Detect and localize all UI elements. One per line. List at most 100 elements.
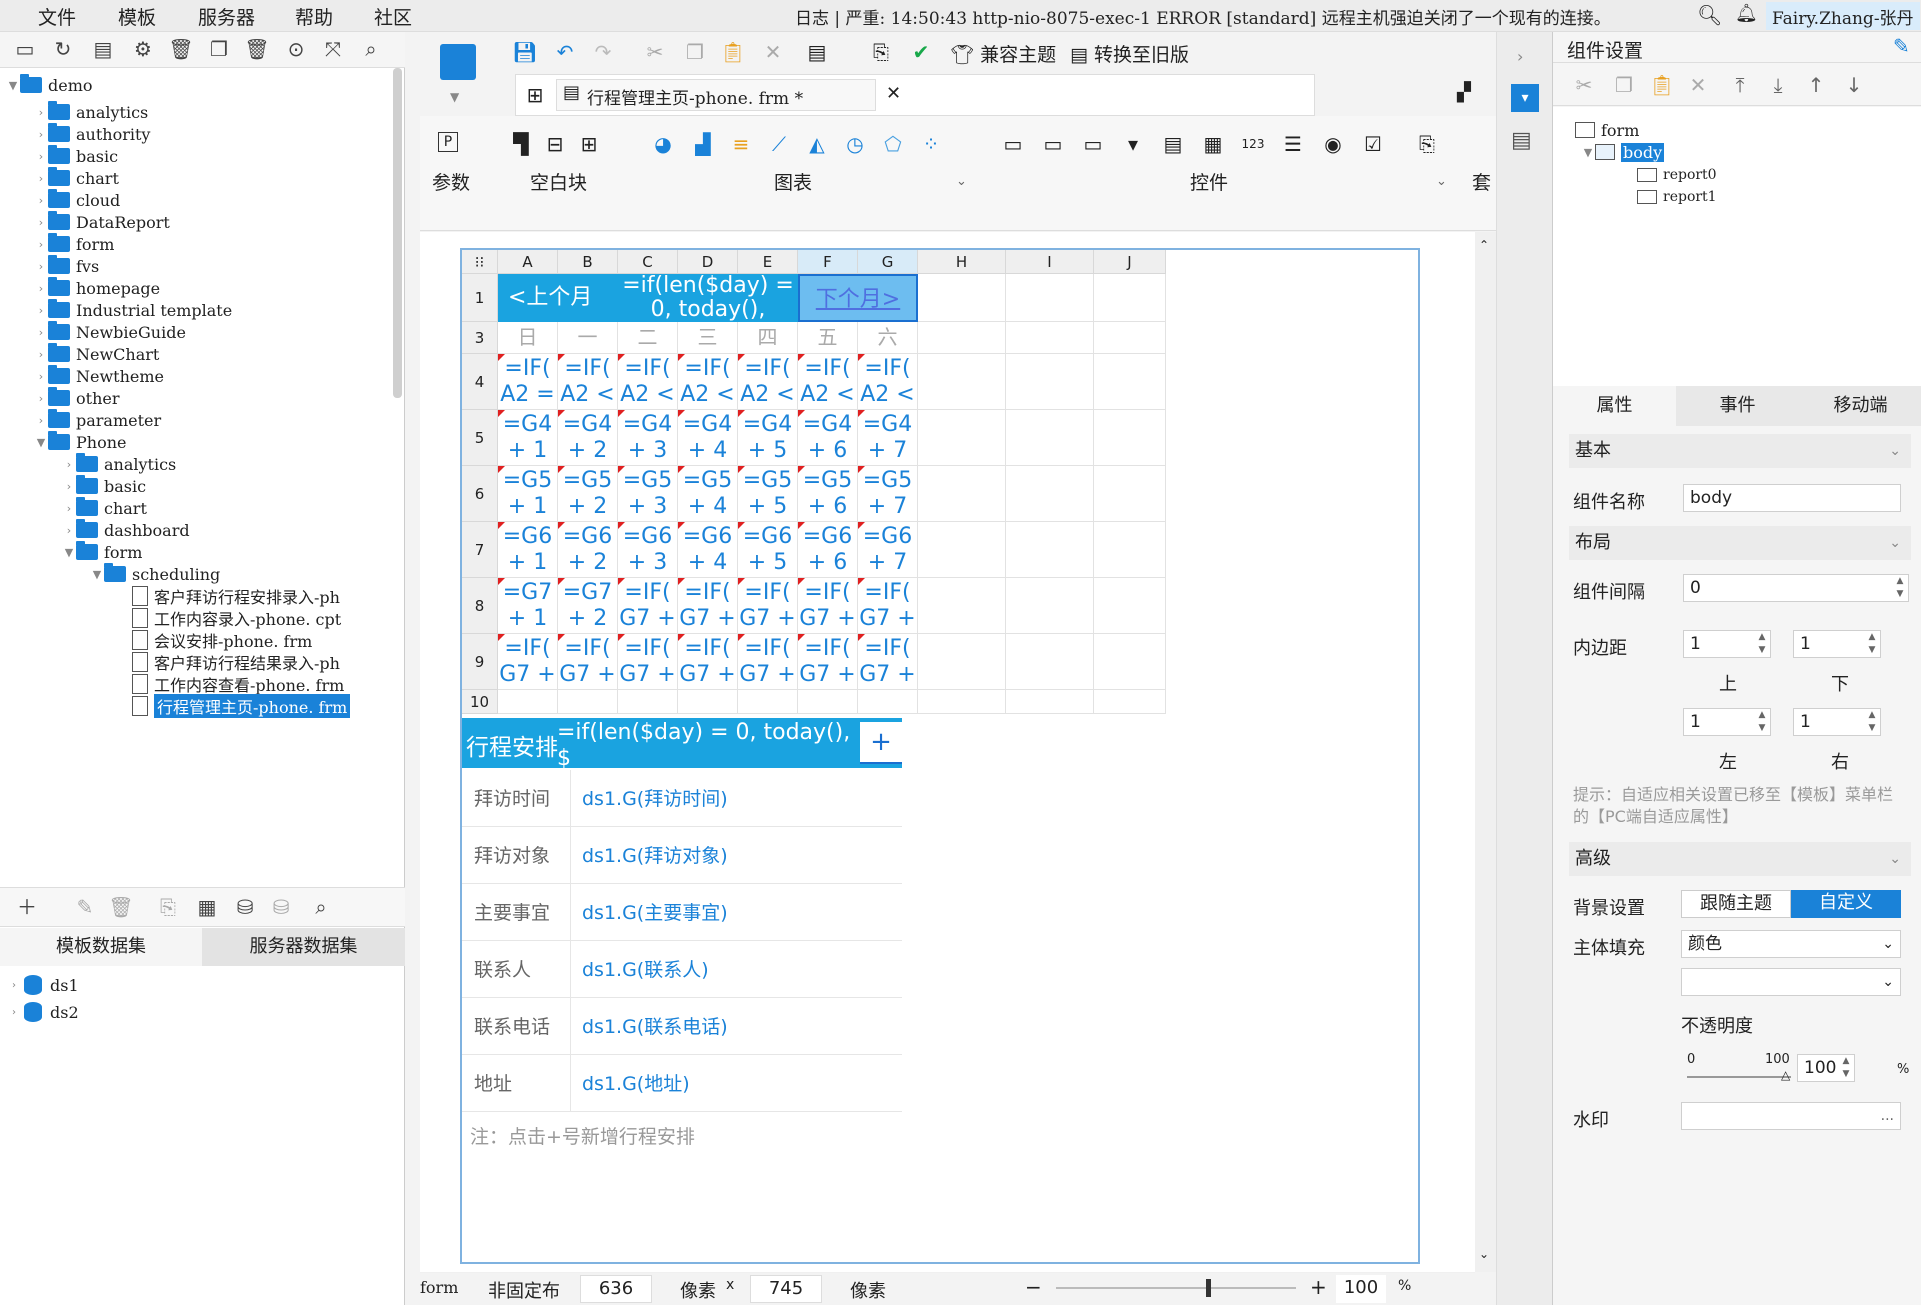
weekday-cell[interactable]: 日: [498, 322, 558, 354]
chevron-right-icon[interactable]: ›: [1517, 47, 1523, 66]
calendar-cell[interactable]: =G7 + 1: [498, 578, 558, 634]
calendar-cell[interactable]: =G4 + 2: [558, 410, 618, 466]
calendar-cell[interactable]: =IF( A2 <: [678, 354, 738, 410]
calendar-cell[interactable]: =G4 + 6: [798, 410, 858, 466]
preview-widget-icon[interactable]: ⎘: [1414, 132, 1440, 156]
schedule-row-value[interactable]: ds1.G(主要事宜): [582, 898, 728, 925]
calendar-cell[interactable]: =G5 + 4: [678, 466, 738, 522]
delete-icon[interactable]: 🗑︎: [108, 894, 134, 920]
tree-scrollbar[interactable]: [393, 68, 402, 398]
menu-file[interactable]: 文件: [38, 3, 76, 30]
chevron-down-icon[interactable]: ▼: [450, 90, 470, 110]
column-header[interactable]: E: [738, 250, 798, 274]
chevron-right-icon[interactable]: ›: [34, 282, 48, 295]
chevron-right-icon[interactable]: ›: [34, 370, 48, 383]
zoom-slider[interactable]: [1056, 1287, 1296, 1289]
new-template-icon[interactable]: ▭: [12, 36, 38, 62]
row-header[interactable]: 8: [462, 578, 498, 634]
watermark-input[interactable]: ...: [1681, 1102, 1901, 1130]
edit-icon[interactable]: ✎: [72, 894, 98, 920]
schedule-formula[interactable]: =if(len($day) = 0, today(), $ day): [557, 720, 857, 768]
calendar-cell[interactable]: =G7 + 2: [558, 578, 618, 634]
search-icon[interactable]: 🔍︎: [1697, 3, 1722, 27]
schedule-row-value[interactable]: ds1.G(联系人): [582, 955, 709, 982]
paste-icon[interactable]: 📋︎: [720, 40, 746, 64]
calendar-cell[interactable]: =IF( A2 <: [738, 354, 798, 410]
calendar-cell[interactable]: =G5 + 3: [618, 466, 678, 522]
delete-icon[interactable]: 🗑︎: [168, 36, 194, 62]
chevron-right-icon[interactable]: ›: [34, 238, 48, 251]
weekday-cell[interactable]: 三: [678, 322, 738, 354]
calendar-cell[interactable]: =G6 + 3: [618, 522, 678, 578]
row-header[interactable]: 7: [462, 522, 498, 578]
calendar-cell[interactable]: =IF( G7 +: [738, 578, 798, 634]
padding-left-input[interactable]: 1 ▲ ▼: [1683, 708, 1771, 736]
chevron-right-icon[interactable]: ›: [34, 348, 48, 361]
search-icon[interactable]: ⌕: [358, 36, 384, 62]
calendar-cell[interactable]: =G6 + 5: [738, 522, 798, 578]
dataset-params-icon[interactable]: ▦: [194, 894, 220, 920]
redo-icon[interactable]: ↷: [590, 40, 616, 64]
radar-chart-icon[interactable]: ⬠: [880, 132, 906, 156]
schedule-row[interactable]: 拜访时间 ds1.G(拜访时间): [462, 770, 902, 827]
column-header[interactable]: C: [618, 250, 678, 274]
empty-cell[interactable]: [558, 690, 618, 714]
empty-cell[interactable]: [678, 690, 738, 714]
save-icon[interactable]: 💾︎: [512, 40, 538, 64]
calendar-cell[interactable]: =IF( G7 +: [678, 634, 738, 690]
spinner-icon[interactable]: ▲ ▼: [1864, 631, 1880, 657]
weekday-cell[interactable]: 五: [798, 322, 858, 354]
calendar-cell[interactable]: =G5 + 7: [858, 466, 918, 522]
menu-template[interactable]: 模板: [118, 3, 156, 30]
empty-cell[interactable]: [918, 322, 1006, 354]
tree-file[interactable]: 行程管理主页-phone. frm: [118, 693, 351, 719]
row-header[interactable]: 4: [462, 354, 498, 410]
move-down-icon[interactable]: ↓: [1841, 73, 1867, 97]
tree-node-report1[interactable]: report1: [1637, 184, 1717, 210]
calendar-cell[interactable]: =IF( G7 +: [498, 634, 558, 690]
cut-icon[interactable]: ✂: [1571, 73, 1597, 97]
column-header[interactable]: I: [1006, 250, 1094, 274]
chevron-right-icon[interactable]: ›: [34, 304, 48, 317]
empty-cell[interactable]: [918, 274, 1006, 322]
chevron-right-icon[interactable]: ›: [62, 524, 76, 537]
spinner-icon[interactable]: ▲ ▼: [1754, 709, 1770, 735]
more-icon[interactable]: ...: [1881, 1103, 1894, 1129]
empty-cell[interactable]: [1006, 410, 1094, 466]
calendar-cell[interactable]: =G5 + 5: [738, 466, 798, 522]
empty-cell[interactable]: [618, 690, 678, 714]
convert-old-button[interactable]: ▤ 转换至旧版: [1070, 40, 1189, 67]
menu-community[interactable]: 社区: [374, 3, 412, 30]
empty-cell[interactable]: [1094, 466, 1166, 522]
schedule-row[interactable]: 主要事宜 ds1.G(主要事宜): [462, 884, 902, 941]
empty-cell[interactable]: [1094, 322, 1166, 354]
tab-events[interactable]: 事件: [1676, 386, 1799, 426]
log-line[interactable]: 日志 | 严重: 14:50:43 http-nio-8075-exec-1 E…: [795, 4, 1611, 29]
menu-help[interactable]: 帮助: [295, 3, 333, 30]
bar-horizontal-icon[interactable]: ≡: [728, 132, 754, 156]
weekday-cell[interactable]: 一: [558, 322, 618, 354]
database-gray-icon[interactable]: ⛁: [268, 894, 294, 920]
dataset-ds2[interactable]: › ds2: [12, 1002, 79, 1022]
calendar-cell[interactable]: =G5 + 2: [558, 466, 618, 522]
empty-cell[interactable]: [918, 634, 1006, 690]
chevron-down-icon[interactable]: ▼: [62, 546, 76, 559]
schedule-row[interactable]: 拜访对象 ds1.G(拜访对象): [462, 827, 902, 884]
preview-icon[interactable]: ⎘: [155, 894, 181, 920]
chevron-right-icon[interactable]: ›: [62, 502, 76, 515]
calendar-cell[interactable]: =IF( A2 <: [558, 354, 618, 410]
section-layout[interactable]: 布局 ⌄: [1569, 526, 1911, 560]
empty-cell[interactable]: [1094, 522, 1166, 578]
bell-icon[interactable]: 🔔︎: [1735, 3, 1758, 24]
empty-cell[interactable]: [1094, 410, 1166, 466]
spinner-icon[interactable]: ▲ ▼: [1754, 631, 1770, 657]
padding-top-input[interactable]: 1 ▲ ▼: [1683, 630, 1771, 658]
component-settings-icon[interactable]: ▾: [1511, 84, 1539, 112]
slider-handle-icon[interactable]: △: [1781, 1068, 1790, 1082]
clear-icon[interactable]: ✕: [760, 40, 786, 64]
checkbox-widget-icon[interactable]: ☑: [1360, 132, 1386, 156]
database-icon[interactable]: ⛁: [232, 894, 258, 920]
calendar-cell[interactable]: =G4 + 3: [618, 410, 678, 466]
next-month-cell[interactable]: 下个月>: [798, 274, 918, 322]
list-widget-icon[interactable]: ▤: [1160, 132, 1186, 156]
